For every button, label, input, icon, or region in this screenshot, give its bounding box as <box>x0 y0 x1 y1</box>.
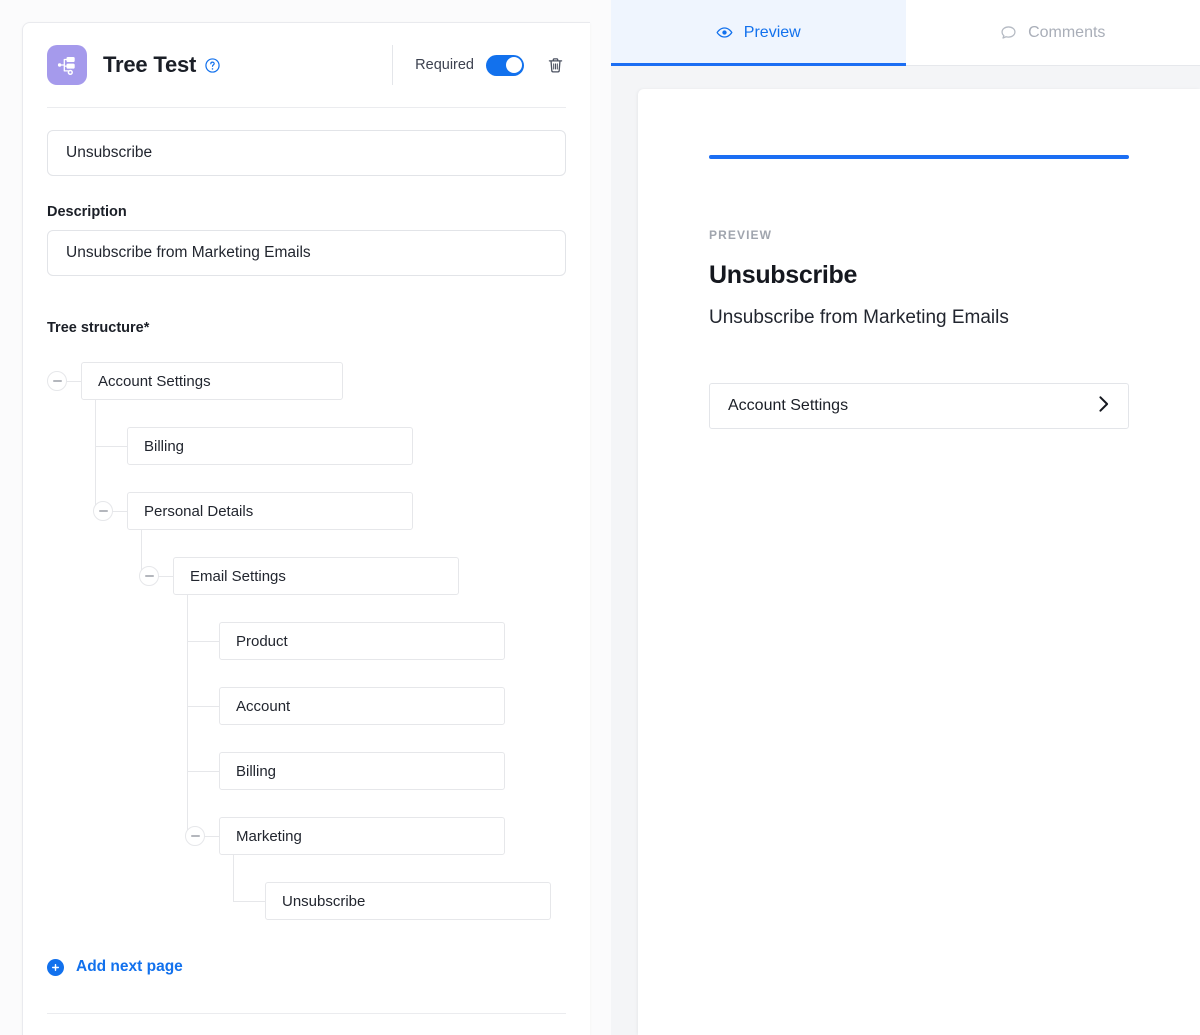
minus-glyph <box>190 835 200 837</box>
collapse-toggle-icon[interactable] <box>139 566 159 586</box>
preview-pane: Preview Comments PREVIEW Unsubscribe Uns… <box>611 0 1200 1035</box>
collapse-toggle-icon[interactable] <box>47 371 67 391</box>
minus-glyph <box>144 575 154 577</box>
tree-node-label: Billing <box>144 437 185 455</box>
preview-tabs: Preview Comments <box>611 0 1200 66</box>
tree-node-box[interactable]: Account <box>219 687 505 725</box>
question-editor-card: Tree Test Required Unsubscribe Descripti… <box>22 22 590 1035</box>
tree-node-label: Personal Details <box>144 502 254 520</box>
collapse-toggle-icon[interactable] <box>185 826 205 846</box>
tree-node-label: Unsubscribe <box>282 892 366 910</box>
tab-comments[interactable]: Comments <box>905 0 1200 65</box>
editor-body: Description Tree structure* Account Sett… <box>23 108 590 1014</box>
tree-node-label: Marketing <box>236 827 302 845</box>
tab-preview-label: Preview <box>743 23 801 41</box>
eye-icon <box>716 24 733 41</box>
tree-connector-horizontal <box>233 901 265 902</box>
tree-node-box[interactable]: Personal Details <box>127 492 413 530</box>
description-label: Description <box>47 204 127 220</box>
tree-node-label: Account <box>236 697 291 715</box>
editor-bottom-divider <box>47 1013 566 1014</box>
tree-node-label: Account Settings <box>98 372 211 390</box>
editor-header: Tree Test Required <box>23 23 590 107</box>
tree-structure-label: Tree structure* <box>47 320 150 336</box>
tree-connector-horizontal <box>187 771 219 772</box>
tree-node-box[interactable]: Account Settings <box>81 362 343 400</box>
tree-connector-vertical <box>95 400 96 511</box>
tab-preview[interactable]: Preview <box>611 0 906 66</box>
tree-toggle-connector <box>67 381 81 382</box>
tree-toggle-connector <box>159 576 173 577</box>
collapse-toggle-icon[interactable] <box>93 501 113 521</box>
description-input[interactable] <box>47 230 566 276</box>
help-circle-icon[interactable] <box>205 57 220 73</box>
plus-circle-icon <box>47 958 64 976</box>
trash-icon[interactable] <box>544 54 566 76</box>
tree-node-label: Billing <box>236 762 277 780</box>
tree-connector-horizontal <box>187 641 219 642</box>
tree-node-label: Product <box>236 632 288 650</box>
preview-option-account-settings[interactable]: Account Settings <box>709 383 1129 429</box>
preview-description: Unsubscribe from Marketing Emails <box>709 307 1009 328</box>
preview-kicker: PREVIEW <box>709 228 773 242</box>
add-next-page-label: Add next page <box>76 958 183 975</box>
tree-connector-horizontal <box>187 706 219 707</box>
tree-node-box[interactable]: Billing <box>127 427 413 465</box>
tree-structure: Account Settings Billing Personal Details E… <box>47 362 566 932</box>
tree-node-box[interactable]: Email Settings <box>173 557 459 595</box>
tree-node-box[interactable]: Marketing <box>219 817 505 855</box>
editor-pane: Tree Test Required Unsubscribe Descripti… <box>0 0 611 1035</box>
preview-card: PREVIEW Unsubscribe Unsubscribe from Mar… <box>638 89 1200 1035</box>
tree-node-box[interactable]: Product <box>219 622 505 660</box>
minus-glyph <box>98 510 108 512</box>
question-input[interactable] <box>47 130 566 176</box>
tree-node-box[interactable]: Unsubscribe <box>265 882 551 920</box>
toggle-knob <box>505 57 522 73</box>
minus-glyph <box>52 380 62 382</box>
tree-connector-vertical <box>187 595 188 836</box>
app-root: Tree Test Required Unsubscribe Descripti… <box>0 0 1200 1035</box>
tree-node-label: Email Settings <box>190 567 286 585</box>
chevron-right-icon <box>1098 395 1110 418</box>
preview-title: Unsubscribe <box>709 261 858 289</box>
required-toggle[interactable] <box>486 54 524 76</box>
page-title: Tree Test <box>103 52 197 77</box>
required-label: Required <box>415 57 474 73</box>
header-divider <box>392 45 394 85</box>
preview-option-label: Account Settings <box>728 397 849 414</box>
tree-connector-vertical <box>233 855 234 901</box>
tree-node-box[interactable]: Billing <box>219 752 505 790</box>
add-next-page-button[interactable]: Add next page <box>47 958 183 976</box>
tree-toggle-connector <box>113 511 127 512</box>
tab-comments-label: Comments <box>1028 23 1106 41</box>
tree-structure-icon <box>47 45 87 85</box>
tree-connector-horizontal <box>95 446 127 447</box>
comment-bubble-icon <box>1000 24 1017 41</box>
tree-toggle-connector <box>205 836 219 837</box>
preview-accent-bar <box>709 155 1129 159</box>
